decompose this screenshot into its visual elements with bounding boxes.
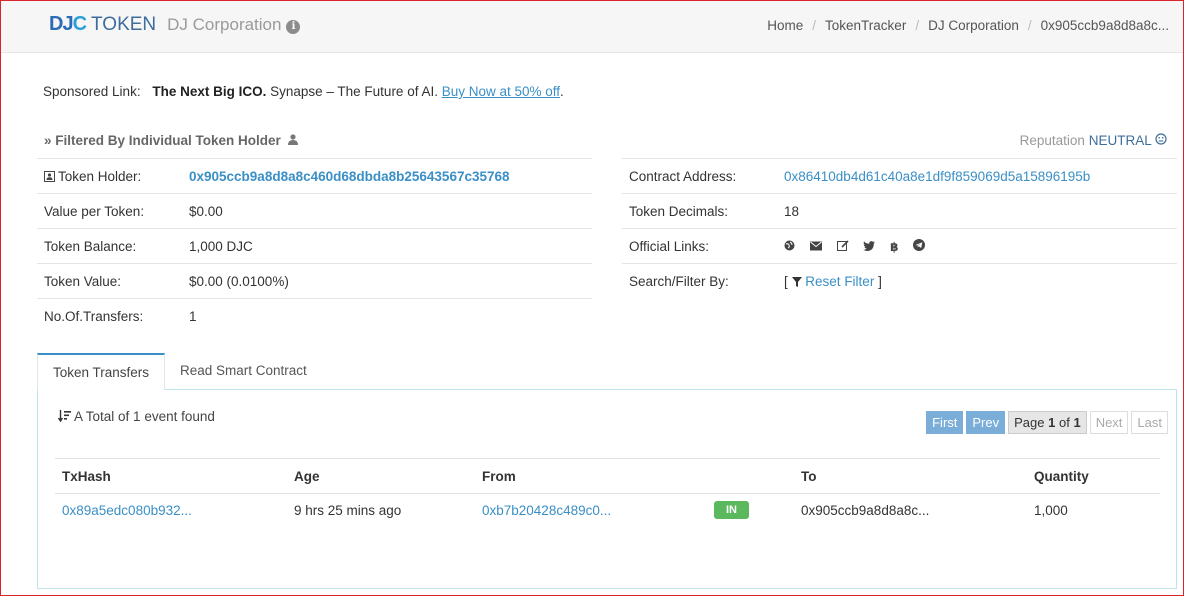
transfers-label: No.Of.Transfers: (37, 298, 182, 334)
breadcrumb-home[interactable]: Home (767, 18, 803, 33)
row-value-per-token: Value per Token: $0.00 (37, 193, 592, 229)
sponsored-headline: The Next Big ICO. (152, 84, 267, 99)
to-address: 0x905ccb9a8d8a8c... (801, 502, 930, 518)
bitcoin-icon[interactable]: ฿ (890, 240, 898, 254)
token-value-value: $0.00 (0.0100%) (182, 263, 592, 299)
contract-address-label: Contract Address: (622, 158, 777, 194)
tab-bar: Token Transfers Read Smart Contract (37, 353, 1177, 390)
row-transfers: No.Of.Transfers: 1 (37, 298, 592, 334)
col-txhash: TxHash (55, 458, 287, 494)
row-token-holder: Token Holder: 0x905ccb9a8d8a8c460d68dbda… (37, 158, 592, 194)
breadcrumb: Home / TokenTracker / DJ Corporation / 0… (767, 18, 1169, 33)
official-links: ฿ (777, 228, 1177, 264)
tab-read-contract[interactable]: Read Smart Contract (165, 353, 322, 390)
reputation-value[interactable]: NEUTRAL (1089, 133, 1152, 148)
sponsored-link-bar: Sponsored Link: The Next Big ICO. Synaps… (43, 84, 564, 99)
row-search-filter: Search/Filter By: [ Reset Filter ] (622, 263, 1177, 299)
search-filter-value: [ Reset Filter ] (777, 263, 1177, 299)
bracket-open: [ (784, 273, 788, 289)
twitter-icon[interactable] (863, 240, 876, 254)
value-per-token-label: Value per Token: (37, 193, 182, 229)
quantity-cell: 1,000 (1034, 502, 1068, 518)
token-name: DJ Corporation (167, 15, 282, 34)
transfers-panel: A Total of 1 event found First Prev Page… (37, 389, 1177, 589)
breadcrumb-separator: / (915, 18, 920, 33)
row-official-links: Official Links: ฿ (622, 228, 1177, 264)
col-from: From (475, 458, 707, 494)
reputation: Reputation NEUTRAL (1020, 133, 1167, 148)
reset-filter-link[interactable]: Reset Filter (791, 274, 879, 289)
breadcrumb-tokentracker[interactable]: TokenTracker (825, 18, 906, 33)
user-icon (287, 134, 298, 145)
bracket-close: ] (878, 273, 882, 289)
filter-title-text: » Filtered By Individual Token Holder (44, 133, 281, 148)
email-icon[interactable] (809, 240, 822, 254)
direction-in-badge: IN (714, 501, 749, 520)
sponsored-tail: . (560, 84, 564, 99)
breadcrumb-token[interactable]: DJ Corporation (928, 18, 1019, 33)
filter-title: » Filtered By Individual Token Holder (44, 133, 298, 148)
row-token-value: Token Value: $0.00 (0.0100%) (37, 263, 592, 299)
official-links-label: Official Links: (622, 228, 777, 264)
page-indicator: Page 1 of 1 (1008, 411, 1087, 434)
last-page-button[interactable]: Last (1131, 411, 1168, 434)
globe-icon[interactable] (784, 240, 795, 254)
table-header: TxHash Age From To Quantity (55, 458, 1160, 494)
age-cell: 9 hrs 25 mins ago (294, 502, 402, 518)
breadcrumb-separator: / (812, 18, 817, 33)
first-page-button[interactable]: First (926, 411, 964, 434)
sponsored-label: Sponsored Link: (43, 84, 141, 99)
pagination: First Prev Page 1 of 1 Next Last (926, 411, 1168, 434)
row-token-balance: Token Balance: 1,000 DJC (37, 228, 592, 264)
site-logo[interactable]: DJC TOKEN DJ Corporation i (49, 13, 301, 36)
tab-token-transfers[interactable]: Token Transfers (37, 353, 166, 390)
transfers-value: 1 (182, 298, 592, 334)
filter-icon (791, 276, 802, 287)
search-filter-label: Search/Filter By: (622, 263, 777, 299)
next-page-button[interactable]: Next (1089, 411, 1129, 434)
telegram-icon[interactable] (913, 238, 926, 254)
holder-info-table: Token Holder: 0x905ccb9a8d8a8c460d68dbda… (37, 158, 592, 334)
event-count: A Total of 1 event found (57, 409, 215, 424)
contract-info-table: Contract Address: 0x86410db4d61c40a8e1df… (622, 158, 1177, 299)
sort-amount-icon (57, 410, 71, 423)
neutral-face-icon (1155, 133, 1167, 145)
decimals-value: 18 (777, 193, 1177, 229)
row-decimals: Token Decimals: 18 (622, 193, 1177, 229)
info-icon[interactable]: i (286, 20, 301, 34)
transfers-table: TxHash Age From To Quantity 0x89a5edc080… (55, 458, 1160, 527)
txhash-link[interactable]: 0x89a5edc080b932... (62, 503, 192, 518)
breadcrumb-separator: / (1027, 18, 1032, 33)
col-quantity: Quantity (1027, 458, 1160, 494)
value-per-token-value: $0.00 (182, 193, 592, 229)
breadcrumb-current: 0x905ccb9a8d8a8c... (1040, 18, 1169, 33)
edit-icon[interactable] (836, 239, 849, 254)
token-holder-address[interactable]: 0x905ccb9a8d8a8c460d68dbda8b25643567c357… (189, 169, 510, 184)
token-balance-value: 1,000 DJC (182, 228, 592, 264)
row-contract-address: Contract Address: 0x86410db4d61c40a8e1df… (622, 158, 1177, 194)
logo-token-text: TOKEN (91, 14, 157, 35)
table-row: 0x89a5edc080b932... 9 hrs 25 mins ago 0x… (55, 494, 1160, 527)
col-age: Age (287, 458, 475, 494)
reputation-label: Reputation (1019, 133, 1085, 148)
from-address-link[interactable]: 0xb7b20428c489c0... (482, 503, 611, 518)
token-holder-label: Token Holder: (37, 158, 182, 194)
sponsored-cta-link[interactable]: Buy Now at 50% off (442, 84, 560, 99)
token-value-label: Token Value: (37, 263, 182, 299)
top-navbar: DJC TOKEN DJ Corporation i Home / TokenT… (1, 1, 1183, 53)
col-to: To (794, 458, 1027, 494)
djc-logo-mark: DJC (49, 13, 87, 35)
token-balance-label: Token Balance: (37, 228, 182, 264)
decimals-label: Token Decimals: (622, 193, 777, 229)
col-direction (707, 458, 794, 494)
prev-page-button[interactable]: Prev (966, 411, 1006, 434)
sponsored-text: Synapse – The Future of AI. (266, 84, 442, 99)
id-card-icon (44, 170, 55, 182)
contract-address-link[interactable]: 0x86410db4d61c40a8e1df9f859069d5a1589619… (784, 169, 1090, 184)
